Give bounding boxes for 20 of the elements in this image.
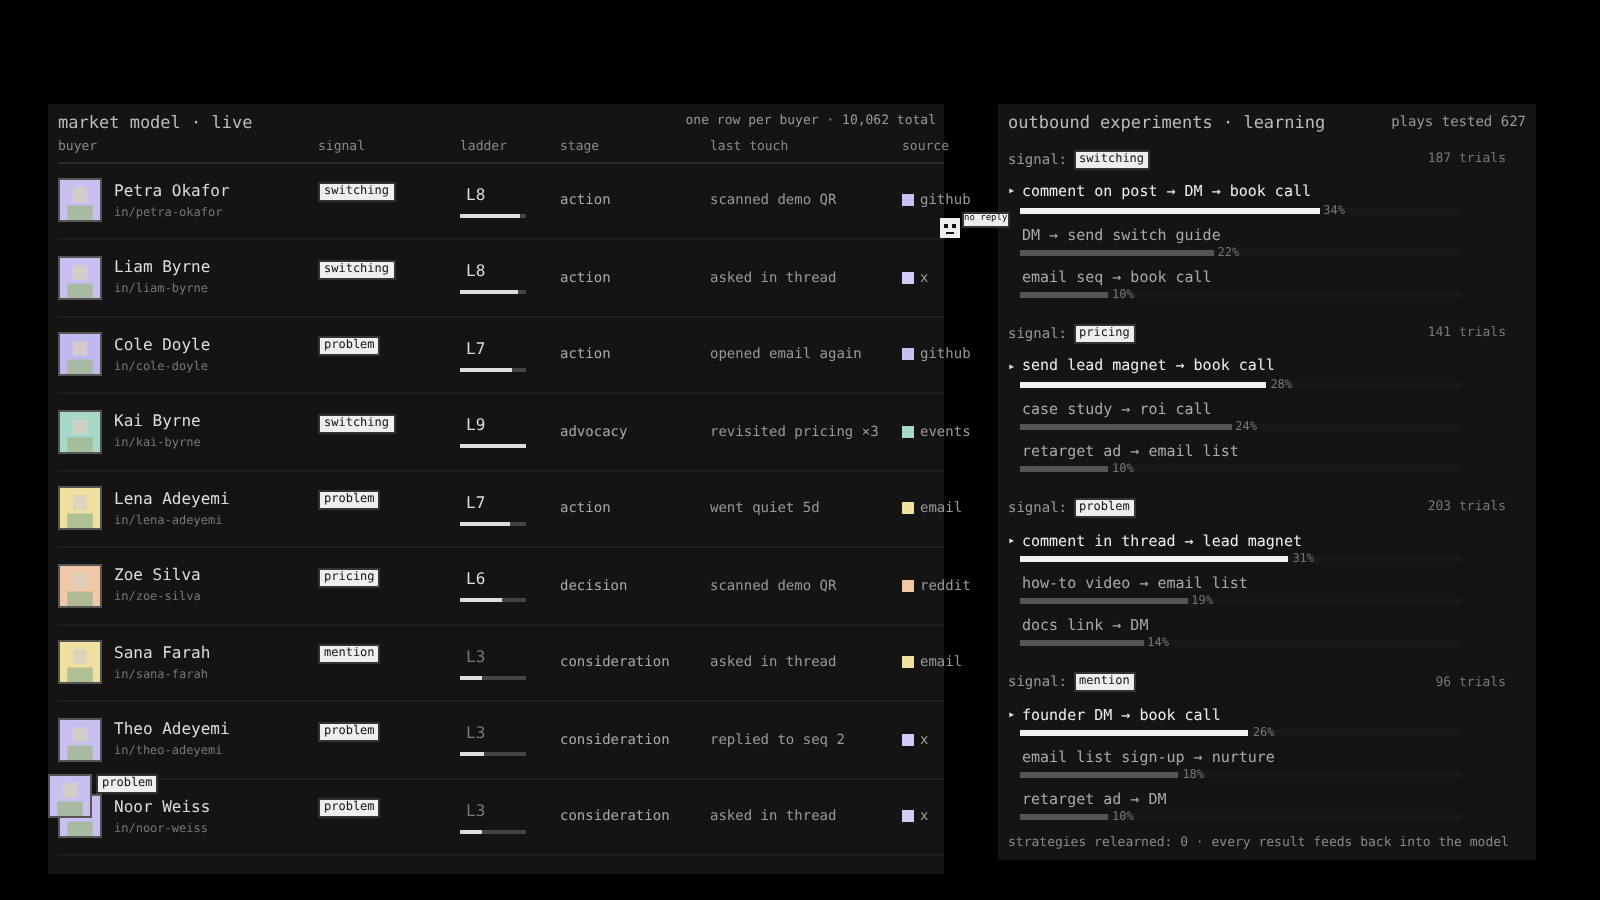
ladder-level: L6 — [464, 568, 488, 593]
panel-title: outbound experiments · learning — [1008, 112, 1326, 138]
ladder-level: L8 — [464, 260, 488, 285]
buyer-name: Zoe Silva — [114, 564, 201, 589]
ladder-level: L8 — [464, 183, 488, 208]
buyer-name: Liam Byrne — [114, 256, 211, 281]
buyer-name: Theo Adeyemi — [114, 718, 230, 743]
buyer-name: Sana Farah — [114, 641, 211, 666]
ladder-level: L9 — [464, 414, 488, 439]
buyer-name: Noor Weiss — [114, 795, 211, 820]
panel-title: market model · live — [58, 112, 253, 138]
ladder-level: L3 — [464, 645, 488, 670]
buyer-name: Kai Byrne — [114, 410, 201, 435]
ladder-level: L7 — [464, 337, 488, 362]
ladder-level: L3 — [464, 722, 488, 747]
buyer-name: Petra Okafor — [114, 179, 230, 204]
buyer-name: Lena Adeyemi — [114, 487, 230, 512]
buyer-name: Cole Doyle — [114, 333, 211, 358]
ladder-level: L3 — [464, 799, 488, 824]
ladder-level: L7 — [464, 491, 488, 516]
